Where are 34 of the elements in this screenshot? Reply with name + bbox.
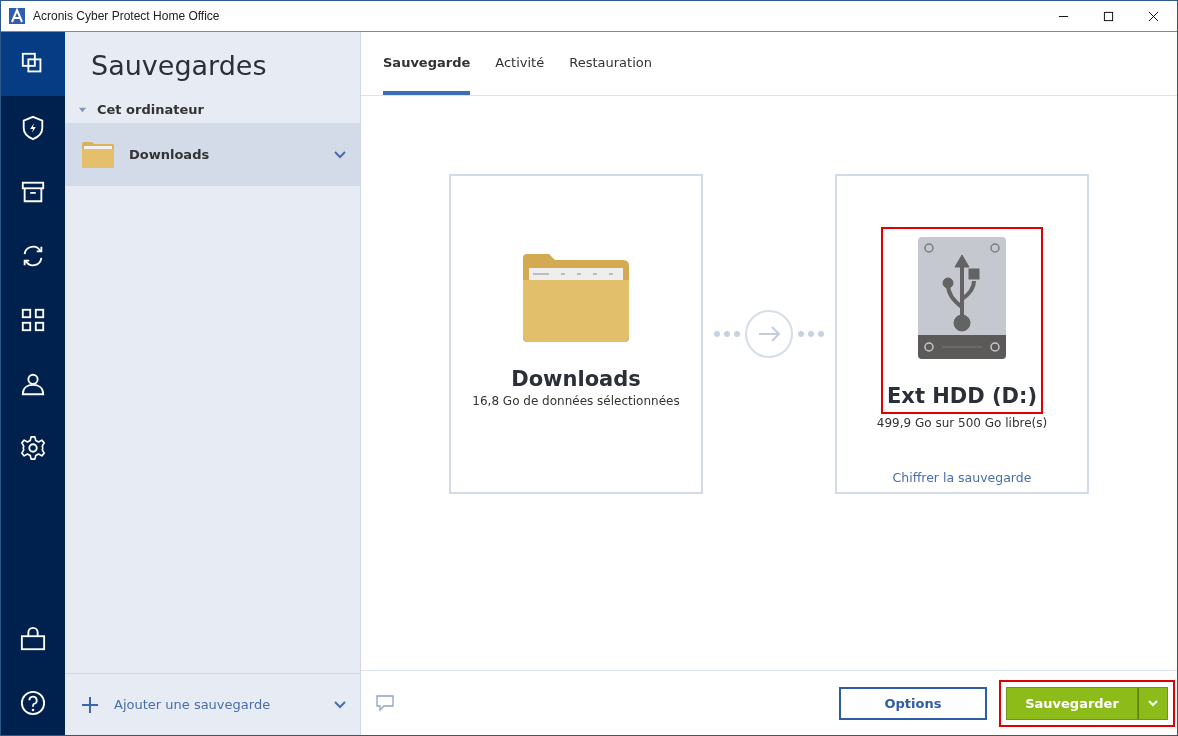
options-button[interactable]: Options (839, 686, 987, 720)
add-backup-button[interactable]: Ajouter une sauvegarde (65, 673, 360, 735)
chevron-down-icon (334, 700, 346, 709)
caret-icon (1147, 699, 1159, 707)
destination-card[interactable]: Ext HDD (D:) 499,9 Go sur 500 Go libre(s) Chiffrer la sauvegarde (835, 174, 1089, 494)
app-logo-icon (9, 8, 25, 24)
group-header[interactable]: Cet ordinateur (65, 96, 360, 123)
plus-icon (81, 695, 99, 714)
sidebar-title: Sauvegardes (90, 49, 268, 83)
tab[interactable]: Activité (495, 32, 545, 95)
encrypt-link[interactable]: Chiffrer la sauvegarde (892, 470, 1032, 485)
shield-icon (20, 115, 46, 141)
source-detail: 16,8 Go de données sélectionnées (472, 394, 680, 408)
source-name: Downloads (511, 366, 641, 392)
folder-icon (81, 139, 115, 170)
window-title: Acronis Cyber Protect Home Office (33, 9, 220, 23)
chevron-down-icon (334, 150, 346, 159)
tab[interactable]: Sauvegarde (383, 32, 471, 95)
tab[interactable]: Restauration (569, 32, 652, 95)
maximize-icon[interactable] (1103, 10, 1114, 22)
destination-name: Ext HDD (D:) (887, 383, 1037, 409)
usb-drive-icon (918, 237, 1006, 359)
save-dropdown-button[interactable] (1138, 686, 1168, 720)
nav-button[interactable] (1, 32, 65, 96)
grid-icon (20, 307, 46, 333)
person-icon (20, 371, 46, 397)
settings-icon (20, 435, 46, 461)
help-icon (20, 690, 46, 716)
shopping-bag-icon (20, 626, 46, 652)
backup-list-item[interactable]: Downloads (65, 123, 360, 186)
source-card[interactable]: Downloads 16,8 Go de données sélectionnées (449, 174, 703, 494)
close-icon[interactable] (1148, 10, 1159, 22)
archive-box-icon (20, 179, 46, 205)
destination-detail: 499,9 Go sur 500 Go libre(s) (876, 416, 1048, 430)
